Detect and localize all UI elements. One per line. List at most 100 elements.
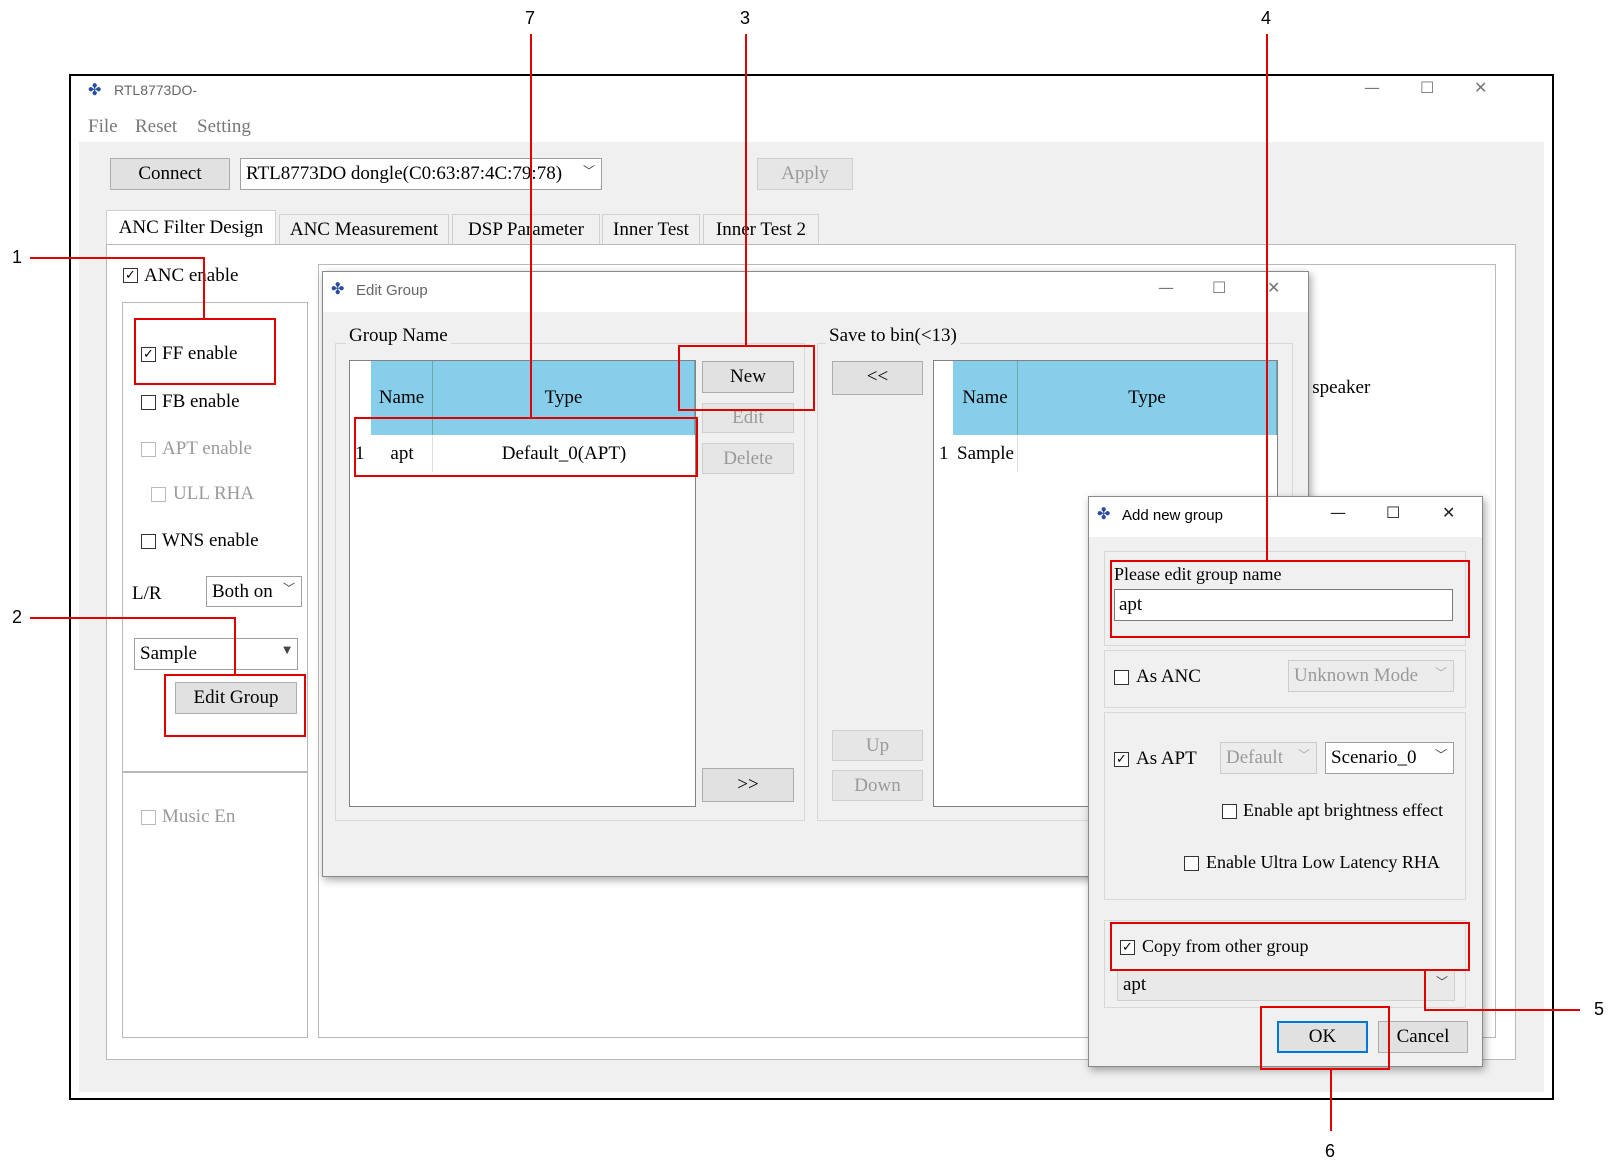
apt-enable-label: APT enable bbox=[162, 438, 252, 459]
chevron-down-icon: ﹀ bbox=[1297, 748, 1310, 762]
leader-line-2 bbox=[30, 617, 236, 619]
menu-file[interactable]: File bbox=[88, 116, 118, 138]
device-select-value: RTL8773DO dongle(C0:63:87:4C:79:78) bbox=[246, 163, 563, 184]
delete-button[interactable]: Delete bbox=[702, 443, 794, 474]
column-header-type[interactable]: Type bbox=[1018, 361, 1277, 435]
anc-enable-checkbox[interactable]: ✓ bbox=[123, 268, 138, 283]
highlight-ok-button bbox=[1260, 1006, 1390, 1070]
highlight-edit-group bbox=[164, 674, 306, 737]
row-index: 1 bbox=[939, 443, 949, 464]
minimize-icon[interactable]: — bbox=[1330, 503, 1346, 522]
minimize-icon[interactable]: — bbox=[1158, 278, 1174, 297]
group-select[interactable]: Sample ▼ bbox=[134, 638, 298, 670]
highlight-table-row bbox=[354, 417, 698, 477]
apt-type-select[interactable]: Default ﹀ bbox=[1220, 742, 1317, 774]
brightness-checkbox[interactable] bbox=[1222, 804, 1237, 819]
music-en-checkbox[interactable] bbox=[141, 810, 156, 825]
callout-7: 7 bbox=[525, 8, 536, 28]
app-logo-icon: ✤ bbox=[331, 281, 345, 298]
leader-line-6 bbox=[1330, 1069, 1332, 1131]
column-header-name[interactable]: Name bbox=[953, 361, 1018, 435]
highlight-ff-enable bbox=[134, 318, 276, 385]
main-window-title: RTL8773DO- bbox=[114, 82, 198, 98]
lr-label: L/R bbox=[132, 583, 162, 604]
tab-dsp-parameter[interactable]: DSP Parameter bbox=[452, 214, 600, 244]
leader-line-5 bbox=[1424, 971, 1426, 1011]
app-logo-icon: ✤ bbox=[88, 82, 102, 99]
as-anc-checkbox[interactable] bbox=[1114, 670, 1129, 685]
save-to-bin-label: Save to bin(<13) bbox=[826, 325, 960, 347]
edit-group-title: Edit Group bbox=[356, 282, 428, 299]
ull-rha-checkbox[interactable] bbox=[151, 487, 166, 502]
tab-inner-test[interactable]: Inner Test bbox=[602, 214, 700, 244]
maximize-icon[interactable]: ☐ bbox=[1212, 278, 1226, 297]
tab-inner-test-2[interactable]: Inner Test 2 bbox=[703, 214, 819, 244]
lr-select[interactable]: Both on ﹀ bbox=[206, 576, 302, 607]
chevron-down-icon: ﹀ bbox=[1435, 975, 1448, 989]
apt-enable-checkbox[interactable] bbox=[141, 442, 156, 457]
ull-rha-label: ULL RHA bbox=[173, 483, 255, 504]
maximize-icon[interactable]: ☐ bbox=[1386, 503, 1400, 522]
leader-line-1 bbox=[203, 257, 205, 319]
dropdown-arrow-icon: ▼ bbox=[283, 645, 291, 656]
callout-3: 3 bbox=[740, 8, 751, 28]
move-right-button[interactable]: >> bbox=[702, 768, 794, 802]
callout-2: 2 bbox=[12, 607, 23, 627]
leader-line-3 bbox=[745, 34, 747, 346]
main-title-bar bbox=[71, 76, 1552, 142]
tab-anc-measurement[interactable]: ANC Measurement bbox=[279, 214, 449, 244]
ull-rha-option-label: Enable Ultra Low Latency RHA bbox=[1206, 852, 1440, 872]
maximize-icon[interactable]: ☐ bbox=[1420, 78, 1434, 97]
close-icon[interactable]: ✕ bbox=[1267, 278, 1280, 297]
group-name-label: Group Name bbox=[346, 325, 451, 347]
chevron-down-icon: ﹀ bbox=[1434, 666, 1447, 680]
minimize-icon[interactable]: — bbox=[1364, 78, 1380, 97]
highlight-new-button bbox=[678, 345, 815, 411]
menu-setting[interactable]: Setting bbox=[197, 116, 251, 138]
apply-button[interactable]: Apply bbox=[757, 158, 853, 190]
connect-button[interactable]: Connect bbox=[110, 158, 230, 190]
cell-type[interactable] bbox=[1018, 436, 1277, 472]
anc-mode-select[interactable]: Unknown Mode ﹀ bbox=[1288, 660, 1454, 692]
apt-type-select-value: Default bbox=[1226, 747, 1283, 768]
music-en-label: Music En bbox=[162, 806, 236, 827]
anc-enable-label: ANC enable bbox=[144, 265, 239, 286]
close-icon[interactable]: ✕ bbox=[1474, 78, 1487, 97]
chevron-down-icon: ﹀ bbox=[1434, 748, 1447, 762]
callout-6: 6 bbox=[1325, 1141, 1336, 1161]
wns-enable-label: WNS enable bbox=[162, 530, 259, 551]
move-left-button[interactable]: << bbox=[832, 361, 923, 395]
as-apt-label: As APT bbox=[1136, 748, 1197, 769]
copy-source-select-value: apt bbox=[1123, 974, 1147, 995]
highlight-copy-group bbox=[1110, 922, 1470, 971]
leader-line-7 bbox=[530, 34, 532, 418]
leader-line-1 bbox=[30, 257, 205, 259]
tab-anc-filter-design[interactable]: ANC Filter Design bbox=[106, 210, 276, 244]
leader-line-5 bbox=[1424, 1009, 1580, 1011]
apt-scenario-select-value: Scenario_0 bbox=[1331, 747, 1417, 768]
up-button[interactable]: Up bbox=[832, 730, 923, 761]
ull-rha-option-checkbox[interactable] bbox=[1184, 856, 1199, 871]
as-apt-checkbox[interactable]: ✓ bbox=[1114, 752, 1129, 767]
callout-4: 4 bbox=[1261, 8, 1272, 28]
copy-source-select[interactable]: apt ﹀ bbox=[1117, 969, 1455, 1001]
cell-name[interactable]: Sample bbox=[954, 436, 1018, 472]
fb-enable-checkbox[interactable] bbox=[141, 395, 156, 410]
wns-enable-checkbox[interactable] bbox=[141, 534, 156, 549]
highlight-group-name bbox=[1110, 560, 1470, 638]
chevron-down-icon: ﹀ bbox=[582, 164, 595, 178]
fb-enable-label: FB enable bbox=[162, 391, 240, 412]
close-icon[interactable]: ✕ bbox=[1442, 503, 1455, 522]
as-anc-label: As ANC bbox=[1136, 666, 1201, 687]
callout-1: 1 bbox=[12, 247, 23, 267]
apt-scenario-select[interactable]: Scenario_0 ﹀ bbox=[1325, 742, 1454, 774]
brightness-label: Enable apt brightness effect bbox=[1243, 800, 1444, 820]
anc-mode-select-value: Unknown Mode bbox=[1294, 665, 1419, 686]
leader-line-2 bbox=[234, 617, 236, 675]
add-group-title: Add new group bbox=[1122, 507, 1223, 524]
menu-reset[interactable]: Reset bbox=[135, 116, 177, 138]
app-logo-icon: ✤ bbox=[1097, 506, 1111, 523]
down-button[interactable]: Down bbox=[832, 770, 923, 801]
cancel-button[interactable]: Cancel bbox=[1378, 1021, 1468, 1053]
device-select[interactable]: RTL8773DO dongle(C0:63:87:4C:79:78) ﹀ bbox=[240, 158, 602, 190]
